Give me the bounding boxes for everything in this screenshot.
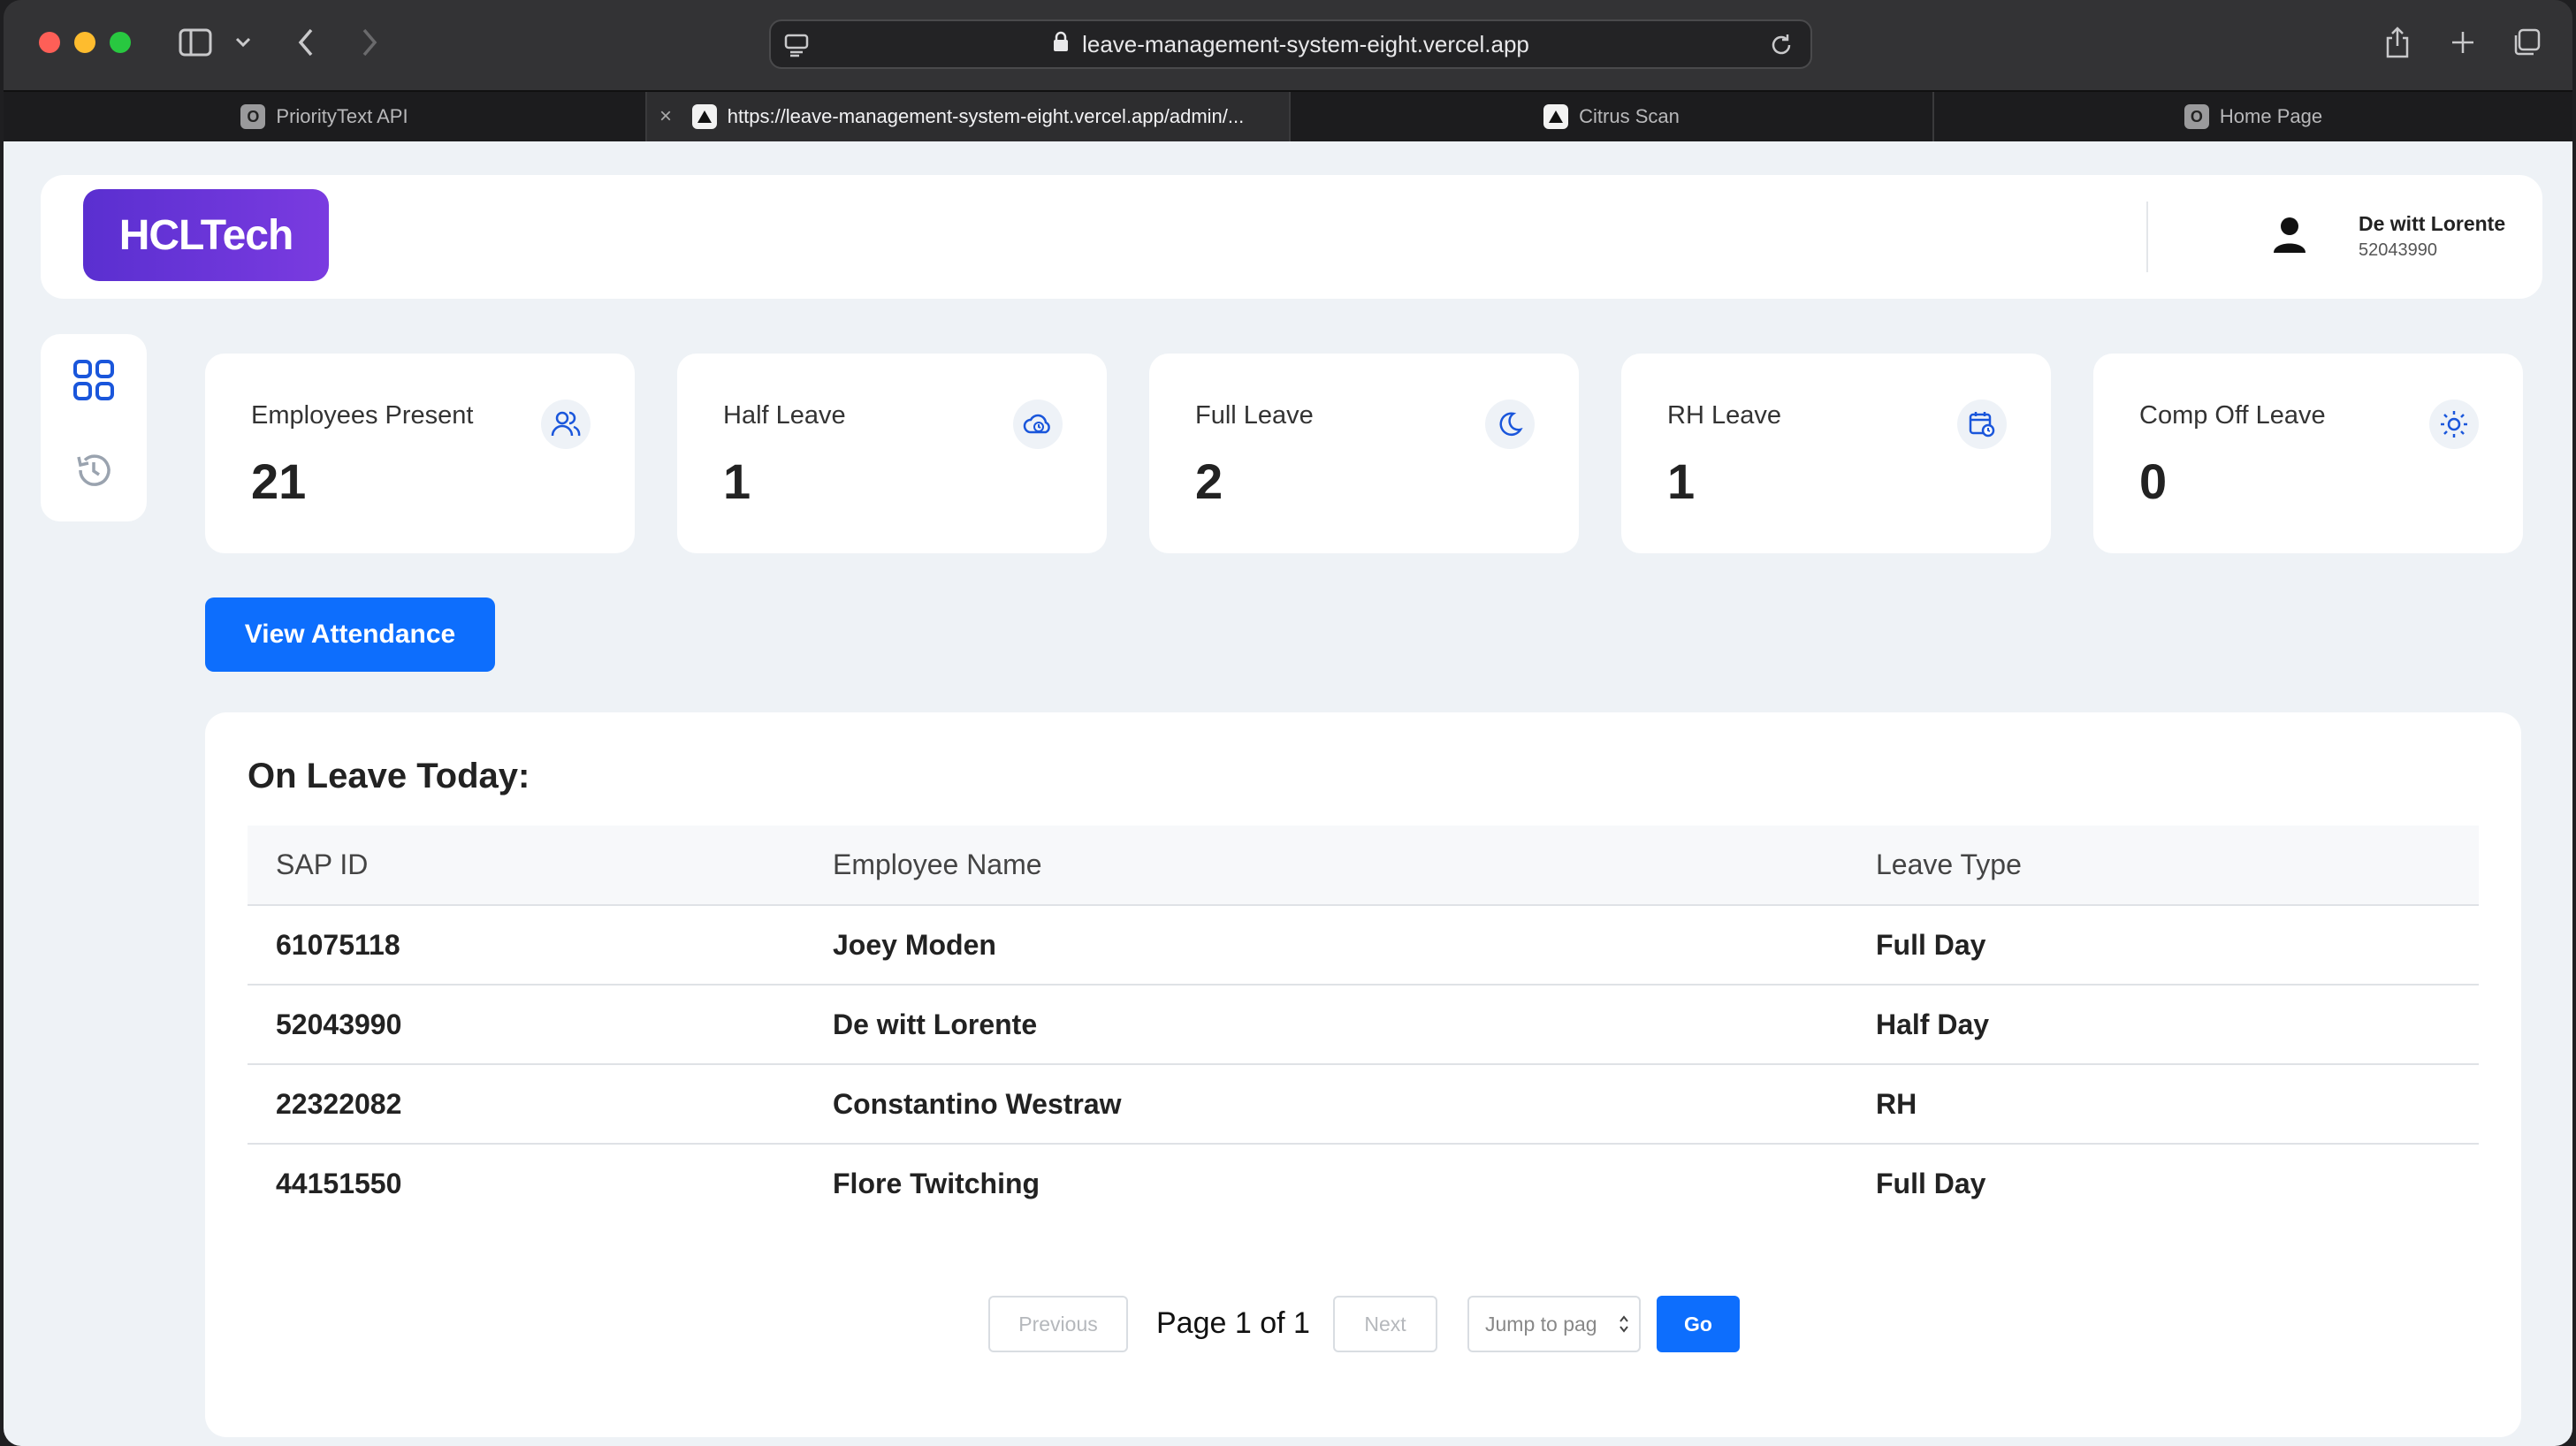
cell-leave-type: Full Day [1848,905,2479,986]
user-avatar-icon[interactable] [2272,216,2307,259]
stat-label: Comp Off Leave [2139,401,2326,430]
app-header: HCLTech De witt Lorente 52043990 [41,175,2542,299]
history-icon[interactable] [67,444,120,497]
stat-card-employees-present: Employees Present 21 [205,354,635,553]
tab-favicon-icon: O [240,104,266,129]
back-arrow-icon[interactable] [286,21,325,64]
column-header-leave-type: Leave Type [1848,826,2479,906]
stat-label: Full Leave [1195,401,1314,430]
stepper-icon[interactable] [1618,1312,1630,1342]
cell-leave-type: Half Day [1848,985,2479,1065]
tab-label: Citrus Scan [1579,105,1680,127]
stat-value: 1 [723,453,751,509]
next-page-button[interactable]: Next [1333,1296,1437,1352]
stat-card-full-leave: Full Leave 2 [1149,354,1579,553]
cell-sap-id: 44151550 [276,1168,402,1199]
stat-label: Half Leave [723,401,846,430]
sidebar-toggle-icon[interactable] [173,21,217,64]
browser-window: leave-management-system-eight.vercel.app… [4,0,2572,1446]
tab-label: https://leave-management-system-eight.ve… [727,105,1245,127]
stat-value: 2 [1195,453,1223,509]
stat-label: RH Leave [1667,401,1781,430]
minimize-window-button[interactable] [74,32,95,53]
vercel-triangle-icon [691,104,717,129]
pagination: Previous Page 1 of 1 Next Jump to pag Go [205,1296,2521,1352]
cell-sap-id: 22322082 [248,1064,804,1145]
table-row: 52043990 De witt Lorente Half Day [248,985,2479,1065]
sidebar [41,334,147,521]
tab-favicon-icon: O [2184,104,2209,129]
stat-value: 0 [2139,453,2168,509]
cell-leave-type: RH [1848,1064,2479,1145]
header-divider [2146,202,2148,272]
stat-card-half-leave: Half Leave 1 [677,354,1107,553]
tab-citrus-scan[interactable]: Citrus Scan [1291,92,1934,141]
chevron-down-icon[interactable] [230,21,256,64]
cloud-clock-icon [1013,400,1063,449]
calendar-clock-icon [1957,400,2007,449]
table-header-row: SAP ID Employee Name Leave Type [248,826,2479,906]
lock-icon [1052,31,1070,58]
go-button[interactable]: Go [1657,1296,1740,1352]
close-window-button[interactable] [39,32,60,53]
on-leave-panel: On Leave Today: SAP ID Employee Name Lea… [205,712,2521,1437]
cell-employee-name: Flore Twitching [833,1168,1040,1199]
user-name: De witt Lorente [2359,212,2506,235]
table-row: 44151550 Flore Twitching Full Day [248,1144,2479,1223]
users-icon [541,400,591,449]
page-content: HCLTech De witt Lorente 52043990 Employe… [4,141,2572,1446]
tab-leave-management-admin[interactable]: × https://leave-management-system-eight.… [647,92,1291,141]
stat-value: 21 [251,453,307,509]
tab-label: PriorityText API [276,105,408,127]
close-tab-icon[interactable]: × [659,104,672,129]
jump-placeholder: Jump to pag [1485,1312,1597,1336]
cell-employee-name: Constantino Westraw [804,1064,1848,1145]
jump-to-page-input[interactable]: Jump to pag [1467,1296,1641,1352]
column-header-employee-name: Employee Name [804,826,1848,906]
stat-card-rh-leave: RH Leave 1 [1621,354,2051,553]
tab-home-page[interactable]: O Home Page [1934,92,2572,141]
column-header-sap-id: SAP ID [248,826,804,906]
new-tab-icon[interactable] [2443,21,2482,64]
page-menu-icon[interactable] [783,32,810,65]
title-bar: leave-management-system-eight.vercel.app [4,0,2572,90]
stat-label: Employees Present [251,401,474,430]
moon-icon [1485,400,1535,449]
stat-card-comp-off-leave: Comp Off Leave 0 [2093,354,2523,553]
sun-icon [2429,400,2479,449]
reload-icon[interactable] [1768,32,1795,65]
tab-bar: O PriorityText API × https://leave-manag… [4,90,2572,141]
stat-value: 1 [1667,453,1696,509]
maximize-window-button[interactable] [110,32,131,53]
hcltech-logo[interactable]: HCLTech [83,189,329,281]
cell-sap-id: 61075118 [248,905,804,986]
cell-leave-type: Full Day [1876,1168,1986,1199]
tab-prioritytext-api[interactable]: O PriorityText API [4,92,647,141]
share-icon[interactable] [2378,21,2417,64]
cell-employee-name: Joey Moden [804,905,1848,986]
vercel-triangle-icon [1543,104,1569,129]
table-row: 22322082 Constantino Westraw RH [248,1064,2479,1145]
tab-label: Home Page [2219,105,2323,127]
dashboard-grid-icon[interactable] [67,354,120,407]
previous-page-button[interactable]: Previous [988,1296,1128,1352]
leave-table: SAP ID Employee Name Leave Type 61075118… [248,826,2479,1223]
page-indicator: Page 1 of 1 [1156,1306,1310,1340]
user-id: 52043990 [2359,240,2437,260]
view-attendance-button[interactable]: View Attendance [205,597,495,672]
cell-employee-name: De witt Lorente [804,985,1848,1065]
table-row: 61075118 Joey Moden Full Day [248,905,2479,986]
tab-overview-icon[interactable] [2507,21,2546,64]
url-text: leave-management-system-eight.vercel.app [1082,30,1529,57]
cell-sap-id: 52043990 [248,985,804,1065]
panel-title: On Leave Today: [248,757,530,795]
address-bar[interactable]: leave-management-system-eight.vercel.app [769,19,1812,69]
forward-arrow-icon[interactable] [350,21,389,64]
